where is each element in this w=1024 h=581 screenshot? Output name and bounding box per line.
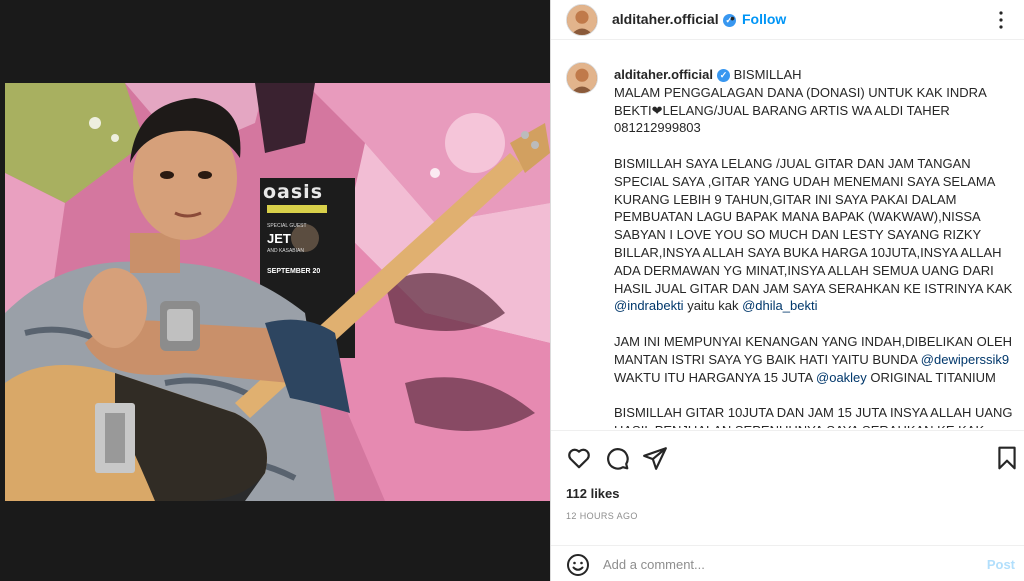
bookmark-icon[interactable] [994,445,1020,471]
comment-bar: Post [551,545,1024,581]
poster-text-act: JET [267,231,291,246]
post-comment-button[interactable]: Post [987,557,1015,572]
verified-badge-icon: ✓ [716,69,730,82]
mention-dhila-bekti[interactable]: @dhila_bekti [742,298,817,313]
post-details-pane: alditaher.official ✓ • Follow alditaher.o… [550,0,1024,581]
mention-indrabekti[interactable]: @indrabekti [614,298,684,313]
avatar-illustration [567,63,597,93]
author-username[interactable]: alditaher.official ✓ [612,11,736,27]
follow-button[interactable]: Follow [742,11,786,27]
emoji-icon[interactable] [566,553,590,577]
post-timestamp[interactable]: 12 HOURS AGO [566,511,638,521]
caption-text: alditaher.official ✓ BISMILLAH MALAM PENG… [614,66,1014,428]
poster-text-band: oasis [263,181,324,203]
like-count[interactable]: 112 likes [566,486,620,501]
action-bar [551,430,1024,480]
caption-titanium: ORIGINAL TITANIUM [866,369,996,385]
media-pane: oasis SPECIAL GUEST JET AND KASABIAN SEP… [0,0,550,581]
post-header: alditaher.official ✓ • Follow [551,0,1024,40]
heart-icon[interactable] [566,445,592,471]
author-avatar[interactable] [566,4,598,36]
caption-author-avatar[interactable] [566,62,598,94]
poster-text-small-1: SPECIAL GUEST [267,223,307,229]
caption-username[interactable]: alditaher.official [614,67,713,82]
avatar-illustration [567,5,597,35]
instagram-post-view: oasis SPECIAL GUEST JET AND KASABIAN SEP… [0,0,1024,581]
mention-oakley[interactable]: @oakley [816,370,867,385]
comment-icon[interactable] [604,445,630,471]
photo-illustration [5,83,550,501]
post-photo[interactable]: oasis SPECIAL GUEST JET AND KASABIAN SEP… [5,83,550,501]
mention-dewiperssik9[interactable]: @dewiperssik9 [921,352,1009,367]
share-icon[interactable] [642,445,668,471]
comment-input[interactable] [603,550,953,578]
poster-text-date: SEPTEMBER 20 [267,268,321,275]
caption-area: alditaher.official ✓ BISMILLAH MALAM PENG… [551,58,1024,428]
poster-text-small-2: AND KASABIAN [267,248,304,254]
header-separator: • [730,10,735,26]
more-options-icon[interactable] [989,8,1013,32]
caption-price-line: WAKTU ITU HARGANYA 15 JUTA [614,369,813,385]
author-username-text[interactable]: alditaher.official [612,11,719,27]
caption-paragraph-2: BISMILLAH SAYA LELANG /JUAL GITAR DAN JA… [614,155,1013,296]
caption-joiner: yaitu kak [683,298,743,314]
caption-paragraph-4: BISMILLAH GITAR 10JUTA DAN JAM 15 JUTA I… [614,405,1013,428]
